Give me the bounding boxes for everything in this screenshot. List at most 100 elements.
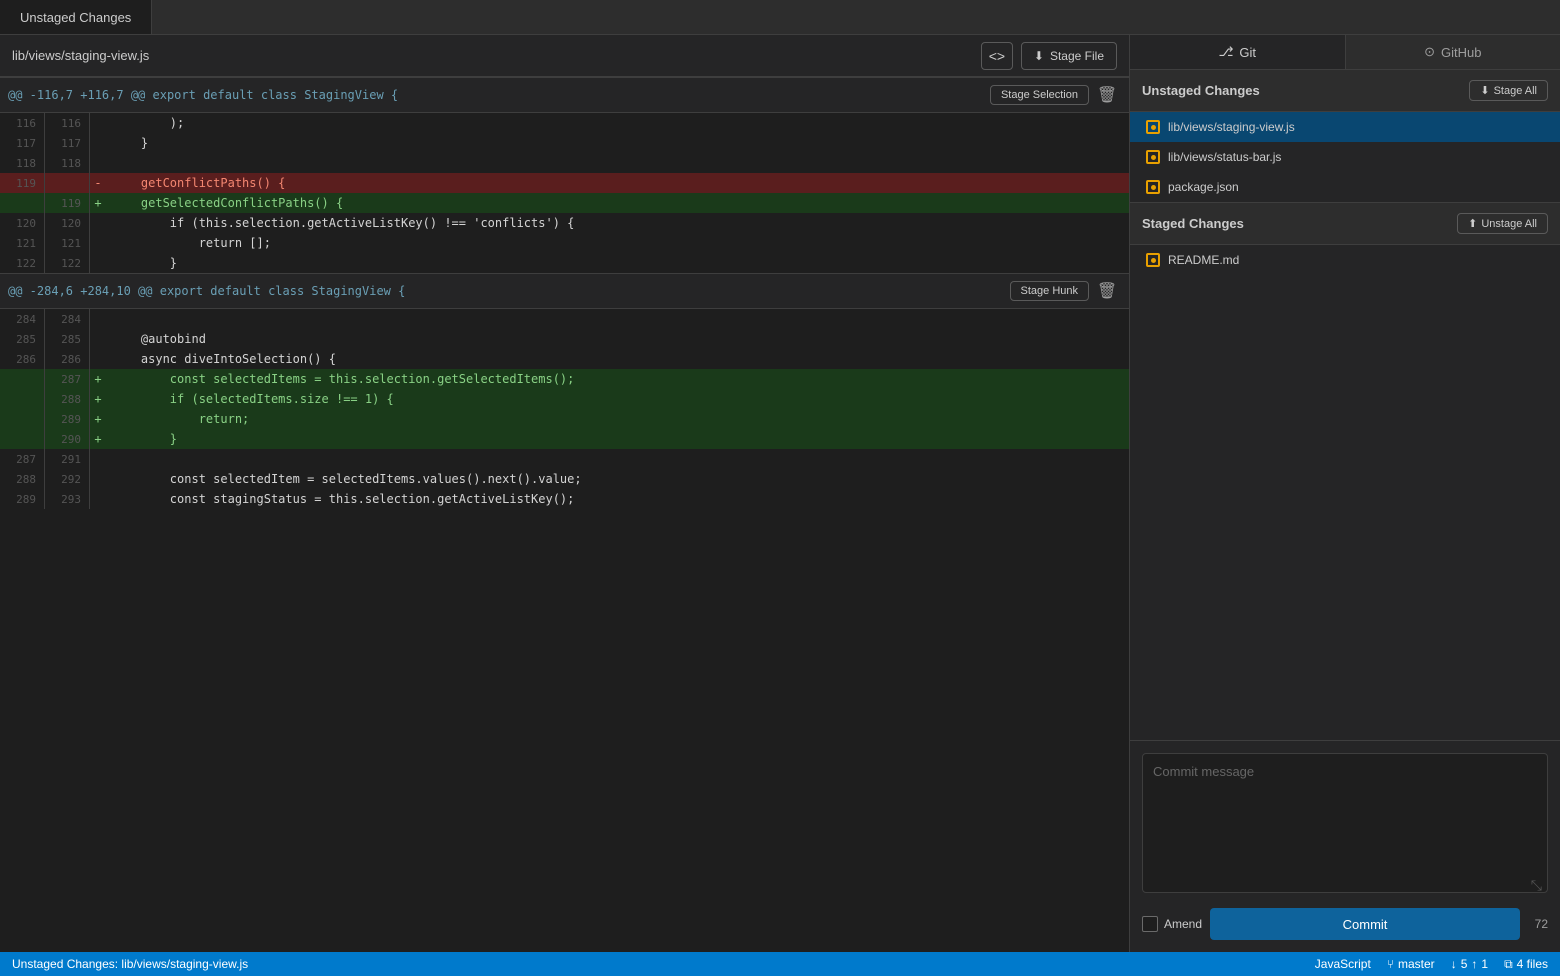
commit-controls: Amend Commit 72 <box>1142 908 1548 940</box>
hunk1-discard-button[interactable]: 🗑 <box>1093 83 1121 107</box>
table-row: 290+ } <box>0 429 1129 449</box>
hunk1-header: @@ -116,7 +116,7 @@ export default class… <box>0 77 1129 113</box>
status-file-info: Unstaged Changes: lib/views/staging-view… <box>12 957 1299 971</box>
amend-checkbox[interactable]: Amend <box>1142 916 1202 932</box>
line-content: const selectedItems = this.selection.get… <box>106 369 1129 389</box>
line-content: async diveIntoSelection() { <box>106 349 1129 369</box>
status-branch[interactable]: ⑂ master <box>1387 957 1435 971</box>
file-modified-icon <box>1146 180 1160 194</box>
hunk1-info: @@ -116,7 +116,7 @@ export default class… <box>8 88 990 102</box>
line-content: if (selectedItems.size !== 1) { <box>106 389 1129 409</box>
status-commits[interactable]: ↓ 5 ↑ 1 <box>1451 957 1488 971</box>
stage-file-button[interactable]: ⬇ Stage File <box>1021 42 1117 70</box>
line-num-new: 118 <box>45 153 90 173</box>
table-row: 121121 return []; <box>0 233 1129 253</box>
line-num-old <box>0 389 45 409</box>
line-num-old: 289 <box>0 489 45 509</box>
line-num-new: 116 <box>45 113 90 133</box>
line-num-new: 291 <box>45 449 90 469</box>
unstaged-file-item[interactable]: lib/views/status-bar.js <box>1130 142 1560 172</box>
diff-content[interactable]: @@ -116,7 +116,7 @@ export default class… <box>0 77 1129 952</box>
line-num-old: 116 <box>0 113 45 133</box>
line-num-new: 285 <box>45 329 90 349</box>
table-row: 120120 if (this.selection.getActiveListK… <box>0 213 1129 233</box>
line-num-old: 117 <box>0 133 45 153</box>
line-content: getSelectedConflictPaths() { <box>106 193 1129 213</box>
right-tabs: ⎇ Git ⊙ GitHub <box>1130 35 1560 70</box>
table-row: 118118 <box>0 153 1129 173</box>
line-num-old: 285 <box>0 329 45 349</box>
commit-message-input[interactable] <box>1142 753 1548 893</box>
stage-hunk-button[interactable]: Stage Hunk <box>1010 281 1089 301</box>
commit-message-wrapper: ⤡ <box>1142 753 1548 898</box>
line-marker <box>90 449 106 469</box>
right-panel: ⎇ Git ⊙ GitHub Unstaged Changes ⬇ Stage … <box>1130 35 1560 952</box>
tab-unstaged[interactable]: Unstaged Changes <box>0 0 152 34</box>
line-num-old: 288 <box>0 469 45 489</box>
unstaged-file-item[interactable]: lib/views/staging-view.js <box>1130 112 1560 142</box>
table-row: 119- getConflictPaths() { <box>0 173 1129 193</box>
line-num-old <box>0 369 45 389</box>
line-num-old <box>0 409 45 429</box>
hunk2-lines: 284284285285 @autobind286286 async diveI… <box>0 309 1129 509</box>
line-num-old: 286 <box>0 349 45 369</box>
line-content: } <box>106 429 1129 449</box>
line-num-new: 117 <box>45 133 90 153</box>
table-row: 289293 const stagingStatus = this.select… <box>0 489 1129 509</box>
tab-github[interactable]: ⊙ GitHub <box>1346 35 1560 69</box>
stage-all-button[interactable]: ⬇ Stage All <box>1469 80 1548 101</box>
line-marker <box>90 233 106 253</box>
status-bar: Unstaged Changes: lib/views/staging-view… <box>0 952 1560 976</box>
line-marker: + <box>90 389 106 409</box>
branch-icon: ⑂ <box>1387 957 1394 971</box>
unstaged-header: Unstaged Changes ⬇ Stage All <box>1130 70 1560 112</box>
table-row: 288292 const selectedItem = selectedItem… <box>0 469 1129 489</box>
stage-selection-button[interactable]: Stage Selection <box>990 85 1089 105</box>
main-layout: lib/views/staging-view.js <> ⬇ Stage Fil… <box>0 35 1560 952</box>
file-name: README.md <box>1168 253 1239 267</box>
staged-title: Staged Changes <box>1142 216 1457 231</box>
line-num-old <box>0 193 45 213</box>
line-marker <box>90 349 106 369</box>
code-toggle-button[interactable]: <> <box>981 42 1013 70</box>
hunk2-discard-button[interactable]: 🗑 <box>1093 279 1121 303</box>
table-row: 285285 @autobind <box>0 329 1129 349</box>
unstaged-file-list: lib/views/staging-view.js lib/views/statu… <box>1130 112 1560 202</box>
line-content: getConflictPaths() { <box>106 173 1129 193</box>
commit-button[interactable]: Commit <box>1210 908 1520 940</box>
line-marker: + <box>90 409 106 429</box>
unstaged-file-item[interactable]: package.json <box>1130 172 1560 202</box>
line-num-new: 287 <box>45 369 90 389</box>
line-marker <box>90 489 106 509</box>
line-content: if (this.selection.getActiveListKey() !=… <box>106 213 1129 233</box>
git-icon: ⎇ <box>1218 44 1233 60</box>
line-num-new: 121 <box>45 233 90 253</box>
table-row: 286286 async diveIntoSelection() { <box>0 349 1129 369</box>
line-marker: + <box>90 369 106 389</box>
file-name: package.json <box>1168 180 1239 194</box>
amend-checkbox-input[interactable] <box>1142 916 1158 932</box>
status-files[interactable]: ⧉ 4 files <box>1504 957 1548 972</box>
table-row: 119+ getSelectedConflictPaths() { <box>0 193 1129 213</box>
status-right: JavaScript ⑂ master ↓ 5 ↑ 1 ⧉ 4 files <box>1315 957 1548 972</box>
line-content <box>106 309 1129 329</box>
file-name: lib/views/status-bar.js <box>1168 150 1281 164</box>
status-language[interactable]: JavaScript <box>1315 957 1371 971</box>
staged-file-item[interactable]: README.md <box>1130 245 1560 275</box>
unstage-all-button[interactable]: ⬆ Unstage All <box>1457 213 1548 234</box>
tab-git[interactable]: ⎇ Git <box>1130 35 1346 69</box>
line-marker: + <box>90 193 106 213</box>
line-num-old: 284 <box>0 309 45 329</box>
line-num-old: 122 <box>0 253 45 273</box>
file-modified-icon <box>1146 150 1160 164</box>
amend-label: Amend <box>1164 917 1202 931</box>
line-content: } <box>106 133 1129 153</box>
line-num-new: 119 <box>45 193 90 213</box>
unstage-all-icon: ⬆ <box>1468 217 1477 230</box>
table-row: 289+ return; <box>0 409 1129 429</box>
file-path: lib/views/staging-view.js <box>12 48 973 63</box>
file-modified-icon <box>1146 120 1160 134</box>
line-marker <box>90 133 106 153</box>
top-tabs: Unstaged Changes <box>0 0 1560 35</box>
line-marker <box>90 469 106 489</box>
